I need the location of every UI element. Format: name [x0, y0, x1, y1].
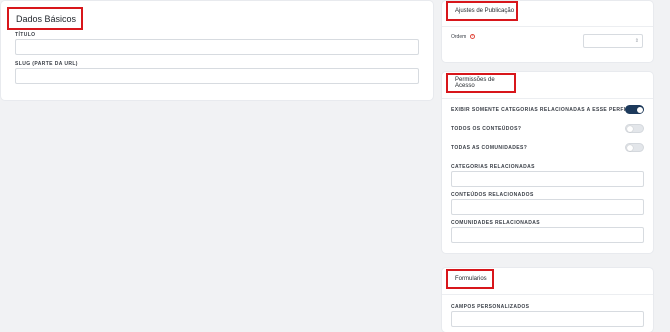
toggle-knob	[627, 145, 633, 151]
toggle-knob	[627, 126, 633, 132]
all-communities-label: TODAS AS COMUNIDADES?	[451, 145, 528, 151]
basic-data-heading-box: Dados Básicos	[7, 7, 83, 30]
publication-settings-card: Ajustes de Publicação Ordem ? ⇕	[442, 1, 653, 62]
forms-heading-box: Formularios	[446, 269, 494, 289]
access-permissions-card: Permissões de Acesso EXIBIR SOMENTE CATE…	[442, 72, 653, 253]
custom-fields-input[interactable]	[451, 311, 644, 327]
permissions-title: Permissões de Acesso	[455, 77, 495, 89]
permissions-divider	[442, 98, 653, 99]
slug-input[interactable]	[15, 68, 419, 84]
all-communities-toggle[interactable]	[625, 143, 644, 152]
title-input[interactable]	[15, 39, 419, 55]
publication-divider	[442, 26, 653, 27]
forms-title: Formularios	[455, 276, 487, 282]
custom-fields-label: CAMPOS PERSONALIZADOS	[451, 304, 530, 310]
help-icon: ?	[470, 34, 475, 39]
all-contents-toggle[interactable]	[625, 124, 644, 133]
publication-title: Ajustes de Publicação	[455, 8, 515, 14]
forms-card: Formularios CAMPOS PERSONALIZADOS	[442, 268, 653, 332]
related-communities-label: COMUNIDADES RELACIONADAS	[451, 220, 541, 226]
related-categories-input[interactable]	[451, 171, 644, 187]
all-contents-label: TODOS OS CONTEÚDOS?	[451, 126, 522, 132]
toggle-knob	[637, 107, 643, 113]
title-field-label: TÍTULO	[15, 32, 36, 38]
basic-data-card: Dados Básicos TÍTULO SLUG (PARTE DA URL)	[1, 1, 433, 100]
related-communities-input[interactable]	[451, 227, 644, 243]
related-categories-label: CATEGORIAS RELACIONADAS	[451, 164, 535, 170]
only-related-categories-toggle[interactable]	[625, 105, 644, 114]
slug-field-label: SLUG (PARTE DA URL)	[15, 61, 78, 67]
related-contents-input[interactable]	[451, 199, 644, 215]
stepper-icon[interactable]: ⇕	[635, 38, 639, 44]
only-related-categories-label: EXIBIR SOMENTE CATEGORIAS RELACIONADAS A…	[451, 107, 633, 113]
permissions-heading-box: Permissões de Acesso	[446, 73, 516, 93]
basic-data-title: Dados Básicos	[16, 13, 77, 24]
order-label: Ordem	[451, 34, 467, 40]
forms-divider	[442, 294, 653, 295]
order-number-input[interactable]: ⇕	[583, 34, 643, 48]
publication-heading-box: Ajustes de Publicação	[446, 1, 518, 21]
related-contents-label: CONTEÚDOS RELACIONADOS	[451, 192, 534, 198]
